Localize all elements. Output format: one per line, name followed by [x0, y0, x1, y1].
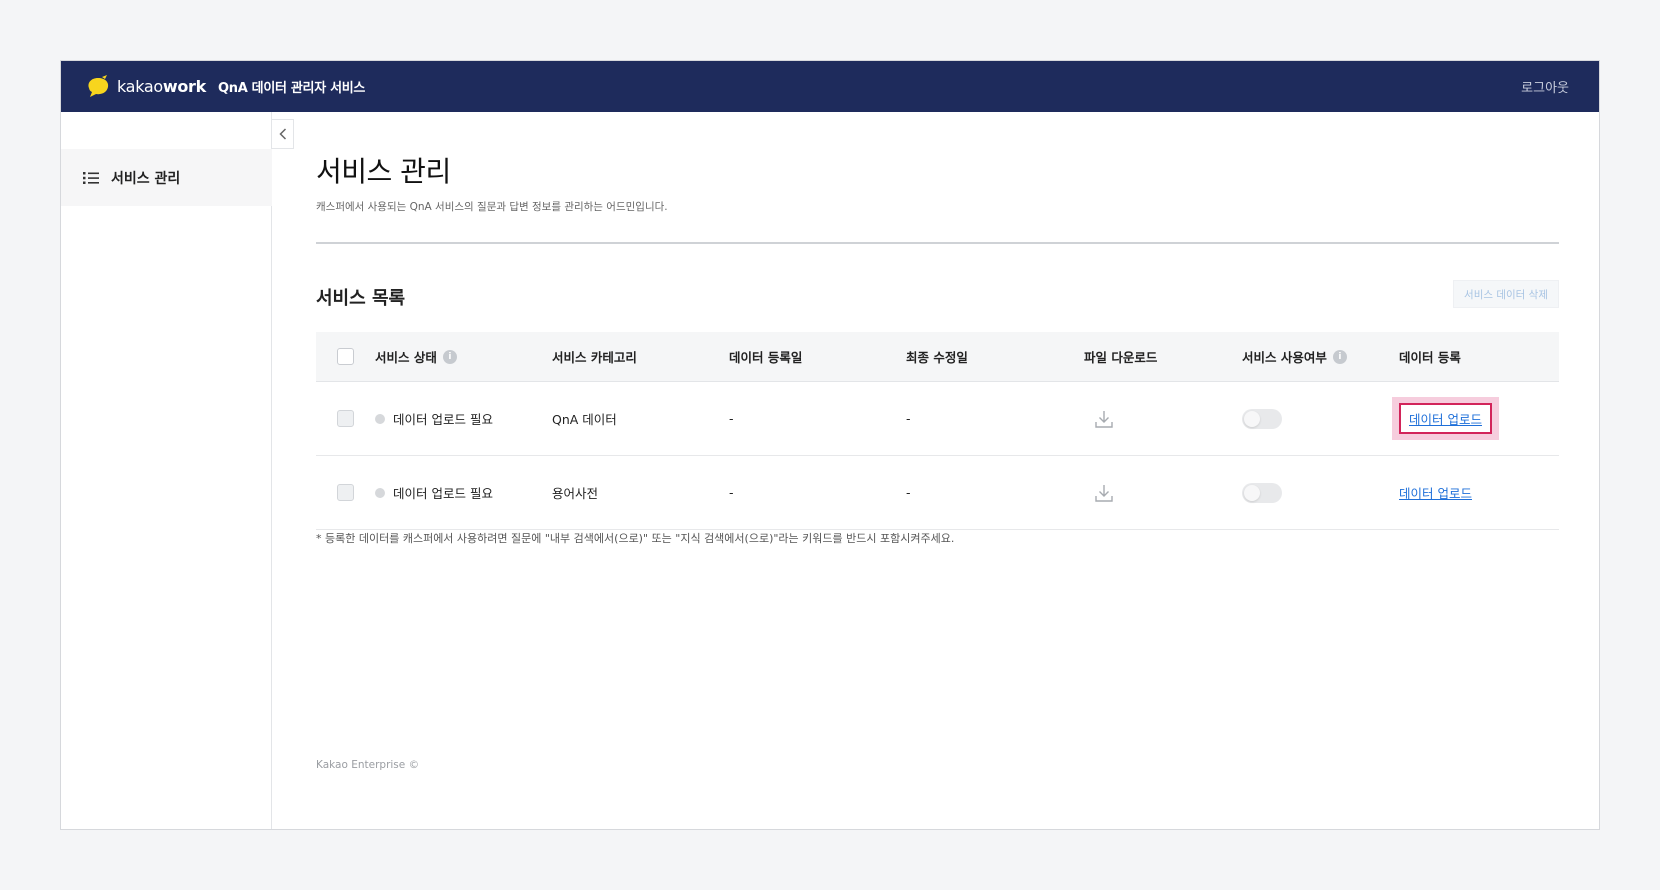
sidebar-collapse-button[interactable]: [272, 119, 294, 149]
kakao-logo-icon: [88, 74, 109, 97]
column-header-modified: 최종 수정일: [906, 350, 968, 365]
brand-name: kakaowork: [117, 77, 206, 96]
modified-date: -: [906, 485, 911, 500]
sidebar-item-label: 서비스 관리: [111, 170, 181, 187]
section-title: 서비스 목록: [316, 288, 406, 309]
select-all-checkbox[interactable]: [337, 348, 354, 365]
category-text: 용어사전: [552, 486, 599, 501]
chevron-left-icon: [278, 128, 286, 140]
column-header-status: 서비스 상태 i: [375, 332, 457, 381]
delete-service-data-button[interactable]: 서비스 데이터 삭제: [1453, 280, 1559, 308]
brand[interactable]: kakaowork QnA 데이터 관리자 서비스: [85, 74, 366, 99]
category-text: QnA 데이터: [552, 412, 617, 427]
table-header: 서비스 상태 i 서비스 카테고리 데이터 등록일 최종 수정일 파일 다운로드…: [316, 332, 1559, 382]
download-icon[interactable]: [1094, 409, 1114, 429]
row-checkbox[interactable]: [337, 484, 354, 501]
modified-date: -: [906, 411, 911, 426]
keyword-footnote: * 등록한 데이터를 캐스퍼에서 사용하려면 질문에 "내부 검색에서(으로)"…: [316, 532, 955, 545]
registered-date: -: [729, 485, 734, 500]
logout-button[interactable]: 로그아웃: [1521, 77, 1569, 96]
data-upload-link[interactable]: 데이터 업로드: [1399, 483, 1472, 502]
column-header-service-enabled: 서비스 사용여부 i: [1242, 332, 1347, 381]
app-window: kakaowork QnA 데이터 관리자 서비스 로그아웃 서비스 관리 서비…: [60, 60, 1600, 830]
status-dot-icon: [375, 487, 385, 498]
registered-date: -: [729, 411, 734, 426]
column-header-category: 서비스 카테고리: [552, 350, 637, 365]
highlight-box: 데이터 업로드: [1392, 397, 1499, 440]
info-icon[interactable]: i: [442, 349, 457, 364]
main-content: 서비스 관리 캐스퍼에서 사용되는 QnA 서비스의 질문과 답변 정보를 관리…: [316, 112, 1559, 829]
status-text: 데이터 업로드 필요: [393, 486, 493, 501]
copyright: Kakao Enterprise ©: [316, 759, 420, 771]
page-description: 캐스퍼에서 사용되는 QnA 서비스의 질문과 답변 정보를 관리하는 어드민입…: [316, 201, 668, 213]
table-row: 데이터 업로드 필요 용어사전 - - 데이터 업로드: [316, 456, 1559, 530]
sidebar-item-service-management[interactable]: 서비스 관리: [61, 149, 272, 206]
column-header-data-register: 데이터 등록: [1399, 350, 1461, 365]
table-row: 데이터 업로드 필요 QnA 데이터 - - 데이터 업로드: [316, 382, 1559, 456]
data-upload-link[interactable]: 데이터 업로드: [1409, 412, 1482, 427]
service-enabled-toggle[interactable]: [1242, 482, 1282, 503]
status-text: 데이터 업로드 필요: [393, 412, 493, 427]
divider: [316, 242, 1559, 244]
column-header-file-download: 파일 다운로드: [1084, 350, 1158, 365]
page-title: 서비스 관리: [316, 155, 451, 188]
sidebar: 서비스 관리: [61, 112, 272, 829]
app-title: QnA 데이터 관리자 서비스: [217, 81, 366, 96]
download-icon[interactable]: [1094, 483, 1114, 503]
top-navigation-bar: kakaowork QnA 데이터 관리자 서비스 로그아웃: [61, 61, 1599, 112]
service-enabled-toggle[interactable]: [1242, 408, 1282, 429]
list-icon: [83, 171, 99, 184]
column-header-registered: 데이터 등록일: [729, 350, 803, 365]
row-checkbox[interactable]: [337, 410, 354, 427]
info-icon[interactable]: i: [1332, 349, 1347, 364]
service-table: 서비스 상태 i 서비스 카테고리 데이터 등록일 최종 수정일 파일 다운로드…: [316, 332, 1559, 530]
status-dot-icon: [375, 413, 385, 424]
